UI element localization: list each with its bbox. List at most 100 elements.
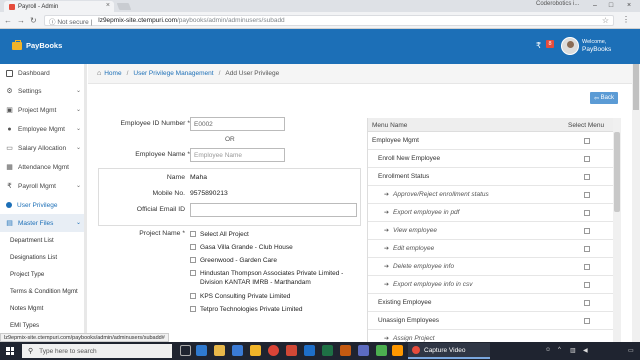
info-icon[interactable]: ⓘ Not secure | <box>49 16 92 26</box>
excel-icon[interactable] <box>322 345 333 356</box>
menu-checkbox[interactable] <box>584 156 590 162</box>
scrollbar-thumb[interactable] <box>633 64 639 110</box>
menu-name: Enroll New Employee <box>378 155 441 162</box>
menu-checkbox[interactable] <box>584 210 590 216</box>
people-icon[interactable]: ☺ <box>545 347 551 353</box>
menu-checkbox[interactable] <box>584 300 590 306</box>
chrome-icon[interactable] <box>268 345 279 356</box>
windows-start-icon[interactable] <box>6 347 14 355</box>
menu-checkbox[interactable] <box>584 192 590 198</box>
sidebar-item-master-files[interactable]: ▤ Master Files ⌄ <box>0 214 87 232</box>
sidebar-subitem-emi-types[interactable]: EMI Types <box>0 317 87 334</box>
maximize-icon[interactable]: □ <box>604 0 618 11</box>
notification-badge[interactable]: 8 <box>546 40 554 48</box>
menu-checkbox[interactable] <box>584 282 590 288</box>
chrome-alt-icon[interactable] <box>250 345 261 356</box>
back-arrow-icon[interactable]: ← <box>4 16 12 25</box>
reload-icon[interactable]: ↻ <box>30 16 37 25</box>
menu-checkbox[interactable] <box>584 138 590 144</box>
arrow-right-icon: ➔ <box>384 264 390 270</box>
url-path: /paybooks/admin/adminusers/subadd <box>177 17 285 24</box>
close-tab-icon[interactable]: × <box>106 2 110 9</box>
chevron-down-icon: ⌄ <box>75 107 81 113</box>
breadcrumb-home[interactable]: Home <box>104 70 121 77</box>
powerpoint-icon[interactable] <box>340 345 351 356</box>
edge-icon[interactable] <box>196 345 207 356</box>
store-icon[interactable] <box>232 345 243 356</box>
user-icon <box>6 202 12 208</box>
sidebar-subitem-department-list[interactable]: Department List <box>0 232 87 249</box>
back-button[interactable]: ⇦ Back <box>590 92 618 104</box>
chevron-up-icon[interactable]: ^ <box>558 347 561 353</box>
menu-checkbox[interactable] <box>584 246 590 252</box>
user-menu[interactable]: Welcome, PayBooks <box>582 39 611 53</box>
brand-logo[interactable]: PayBooks <box>12 39 62 50</box>
menu-checkbox[interactable] <box>584 318 590 324</box>
employee-name-input[interactable] <box>190 148 285 162</box>
project-checkbox[interactable] <box>190 244 196 250</box>
sidebar-item-project-mgmt[interactable]: ▣ Project Mgmt ⌄ <box>0 101 87 119</box>
project-checkbox[interactable] <box>190 270 196 276</box>
sidebar-subitem-terms-condition[interactable]: Terms & Condition Mgmt <box>0 283 87 300</box>
table-scrollbar[interactable] <box>613 118 621 342</box>
arrow-right-icon: ➔ <box>384 246 390 252</box>
avatar[interactable] <box>561 37 579 55</box>
window-close-icon[interactable]: × <box>622 0 636 11</box>
browser-menu-icon[interactable]: ⋮ <box>622 15 630 25</box>
home-icon[interactable]: ⌂ <box>97 70 101 77</box>
app-icon[interactable] <box>392 345 403 356</box>
sidebar-subitem-notes-mgmt[interactable]: Notes Mgmt <box>0 300 87 317</box>
bookmark-star-icon[interactable]: ☆ <box>602 16 609 26</box>
project-checkbox[interactable] <box>190 306 196 312</box>
sidebar-subitem-label: EMI Types <box>10 322 40 329</box>
task-view-icon[interactable] <box>180 345 191 356</box>
browser-tab[interactable]: Payroll - Admin × <box>4 1 114 12</box>
back-button-label: Back <box>600 95 615 101</box>
project-checkbox[interactable] <box>190 257 196 263</box>
sidebar-item-settings[interactable]: ⚙ Settings ⌄ <box>0 82 87 100</box>
app-icon[interactable] <box>376 345 387 356</box>
sidebar-item-salary-allocation[interactable]: ▭ Salary Allocation ⌄ <box>0 139 87 157</box>
page-scrollbar[interactable] <box>632 64 640 342</box>
app-icon[interactable] <box>286 345 297 356</box>
select-all-checkbox[interactable] <box>190 231 196 237</box>
volume-icon[interactable]: ◀ <box>583 347 588 354</box>
table-row: ➔ Assign Project <box>368 330 613 342</box>
word-icon[interactable] <box>304 345 315 356</box>
chevron-down-icon: ⌄ <box>75 220 81 226</box>
sidebar-subitem-project-type[interactable]: Project Type <box>0 266 87 283</box>
sidebar-item-attendance-mgmt[interactable]: ▦ Attendance Mgmt <box>0 158 87 176</box>
sidebar-subitem-designations-list[interactable]: Designations List <box>0 249 87 266</box>
address-bar[interactable]: ⓘ Not secure | lz9epmix-site.ctempuri.co… <box>44 15 614 26</box>
menu-checkbox[interactable] <box>584 264 590 270</box>
notifications-icon[interactable]: ▭ <box>628 347 634 354</box>
network-icon[interactable]: ▥ <box>570 347 576 354</box>
breadcrumb-parent[interactable]: User Privilege Management <box>133 70 213 77</box>
sidebar-item-user-privilege[interactable]: User Privilege <box>0 196 87 214</box>
new-tab-button[interactable] <box>116 3 132 10</box>
project-checkbox[interactable] <box>190 293 196 299</box>
browser-profile-name[interactable]: Coderobotics i... <box>536 1 579 7</box>
employee-id-input[interactable] <box>190 117 285 131</box>
sidebar-item-payroll-mgmt[interactable]: ₹ Payroll Mgmt ⌄ <box>0 177 87 195</box>
rupee-icon[interactable]: ₹ <box>536 41 541 50</box>
forward-arrow-icon[interactable]: → <box>17 16 25 25</box>
rupee-icon: ₹ <box>7 182 12 190</box>
scrollbar-thumb[interactable] <box>614 132 620 212</box>
arrow-left-icon: ⇦ <box>593 95 601 102</box>
welcome-label: Welcome, <box>582 39 607 45</box>
capture-video-task[interactable]: Capture Video <box>408 343 490 359</box>
email-input[interactable] <box>190 203 357 217</box>
sidebar-scrollbar[interactable] <box>84 64 87 342</box>
menu-checkbox[interactable] <box>584 228 590 234</box>
menu-name: Export employee info in csv <box>393 281 473 288</box>
minimize-icon[interactable]: – <box>588 0 602 11</box>
file-explorer-icon[interactable] <box>214 345 225 356</box>
users-icon: ● <box>7 125 12 133</box>
visual-studio-icon[interactable] <box>358 345 369 356</box>
employee-name-label: Employee Name * <box>135 151 190 158</box>
sidebar-item-employee-mgmt[interactable]: ● Employee Mgmt ⌄ <box>0 120 87 138</box>
taskbar-search[interactable]: ⚲ Type here to search <box>22 344 172 358</box>
menu-checkbox[interactable] <box>584 174 590 180</box>
sidebar-item-dashboard[interactable]: Dashboard <box>0 64 87 82</box>
